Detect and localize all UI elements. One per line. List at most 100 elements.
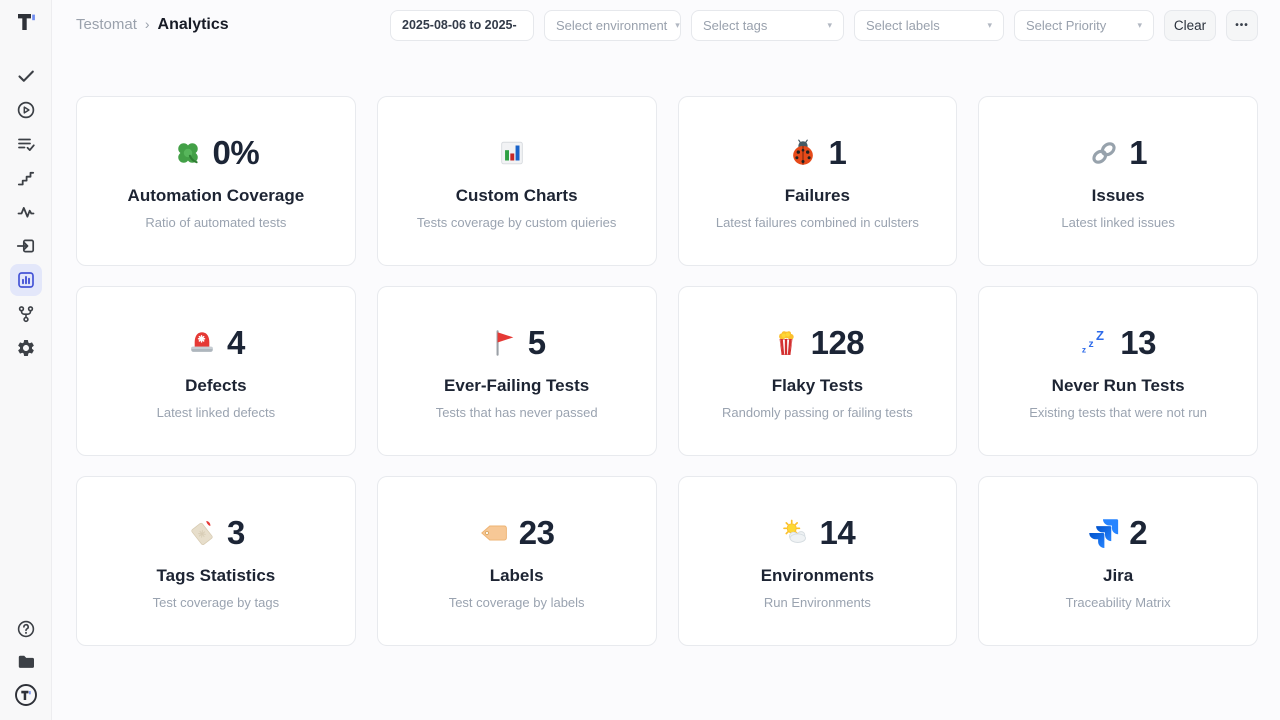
card-value: 1 — [828, 134, 846, 172]
card-title: Jira — [1103, 566, 1133, 586]
card-title: Flaky Tests — [772, 376, 863, 396]
testomat-logo[interactable] — [14, 10, 38, 34]
import-arrow-icon — [16, 236, 36, 256]
analytics-chart-icon — [16, 270, 36, 290]
runs-play-icon — [16, 100, 36, 120]
svg-text:Z: Z — [1096, 328, 1104, 343]
tags-placeholder: Select tags — [703, 18, 767, 33]
card-environments[interactable]: 14 Environments Run Environments — [678, 476, 958, 646]
sidebar-item-tests[interactable] — [10, 60, 42, 92]
page-title: Analytics — [158, 16, 229, 34]
sidebar-item-help[interactable] — [10, 613, 42, 645]
card-subtitle: Randomly passing or failing tests — [722, 405, 913, 420]
card-value: 3 — [227, 514, 245, 552]
card-subtitle: Test coverage by tags — [153, 595, 279, 610]
card-title: Ever-Failing Tests — [444, 376, 589, 396]
sidebar-item-pulse[interactable] — [10, 196, 42, 228]
link-icon — [1089, 138, 1119, 168]
sidebar-item-projects[interactable] — [10, 646, 42, 678]
card-tags-statistics[interactable]: 3 Tags Statistics Test coverage by tags — [76, 476, 356, 646]
labels-select[interactable]: Select labels ▾ — [854, 10, 1004, 41]
card-subtitle: Tests coverage by custom quieries — [417, 215, 616, 230]
card-subtitle: Latest linked defects — [157, 405, 276, 420]
card-failures[interactable]: 1 Failures Latest failures combined in c… — [678, 96, 958, 266]
priority-select[interactable]: Select Priority ▾ — [1014, 10, 1154, 41]
more-options-button[interactable]: ••• — [1226, 10, 1258, 41]
topbar: Testomat › Analytics 2025-08-06 to 2025-… — [76, 0, 1258, 50]
sidebar-item-plans[interactable] — [10, 128, 42, 160]
svg-text:z: z — [1082, 344, 1086, 354]
chevron-down-icon: ▾ — [1137, 20, 1142, 31]
sidebar — [0, 0, 52, 720]
plans-list-check-icon — [16, 134, 36, 154]
red-flag-icon — [488, 328, 518, 358]
card-value: 23 — [519, 514, 555, 552]
card-jira[interactable]: 2 Jira Traceability Matrix — [978, 476, 1258, 646]
card-value: 1 — [1129, 134, 1147, 172]
card-subtitle: Tests that has never passed — [436, 405, 598, 420]
card-title: Automation Coverage — [128, 186, 305, 206]
card-subtitle: Run Environments — [764, 595, 871, 610]
card-value: 13 — [1120, 324, 1156, 362]
chevron-down-icon: ▾ — [827, 20, 832, 31]
breadcrumb: Testomat › Analytics — [76, 16, 229, 34]
environment-placeholder: Select environment — [556, 18, 667, 33]
testomat-logo-icon — [14, 683, 38, 707]
sidebar-item-settings[interactable] — [10, 332, 42, 364]
filter-controls: 2025-08-06 to 2025- Select environment ▾… — [390, 10, 1258, 41]
card-subtitle: Traceability Matrix — [1066, 595, 1171, 610]
card-issues[interactable]: 1 Issues Latest linked issues — [978, 96, 1258, 266]
bar-chart-icon — [497, 138, 527, 168]
projects-folder-icon — [16, 652, 36, 672]
labels-placeholder: Select labels — [866, 18, 940, 33]
zzz-icon: Z z z — [1080, 328, 1110, 358]
help-icon — [16, 619, 36, 639]
branches-fork-icon — [16, 304, 36, 324]
date-range-input[interactable]: 2025-08-06 to 2025- — [390, 10, 534, 41]
label-tag-icon — [479, 518, 509, 548]
card-subtitle: Test coverage by labels — [449, 595, 585, 610]
card-subtitle: Ratio of automated tests — [145, 215, 286, 230]
popcorn-icon — [771, 328, 801, 358]
clear-button[interactable]: Clear — [1164, 10, 1216, 41]
siren-icon — [187, 328, 217, 358]
card-value: 128 — [811, 324, 865, 362]
breadcrumb-project[interactable]: Testomat — [76, 16, 137, 33]
card-subtitle: Existing tests that were not run — [1029, 405, 1207, 420]
chevron-down-icon: ▾ — [675, 20, 680, 31]
svg-text:z: z — [1089, 339, 1094, 350]
sidebar-item-analytics[interactable] — [10, 264, 42, 296]
card-flaky-tests[interactable]: 128 Flaky Tests Randomly passing or fail… — [678, 286, 958, 456]
sidebar-item-steps[interactable] — [10, 162, 42, 194]
environment-select[interactable]: Select environment ▾ — [544, 10, 681, 41]
card-labels[interactable]: 23 Labels Test coverage by labels — [377, 476, 657, 646]
card-title: Defects — [185, 376, 246, 396]
card-value: 5 — [528, 324, 546, 362]
card-title: Tags Statistics — [157, 566, 276, 586]
tags-select[interactable]: Select tags ▾ — [691, 10, 844, 41]
card-value: 14 — [820, 514, 856, 552]
priority-placeholder: Select Priority — [1026, 18, 1106, 33]
card-value: 2 — [1129, 514, 1147, 552]
card-subtitle: Latest linked issues — [1061, 215, 1174, 230]
card-value: 4 — [227, 324, 245, 362]
breadcrumb-separator-icon: › — [145, 16, 150, 32]
card-title: Never Run Tests — [1052, 376, 1185, 396]
sidebar-item-import[interactable] — [10, 230, 42, 262]
sidebar-item-runs[interactable] — [10, 94, 42, 126]
card-ever-failing-tests[interactable]: 5 Ever-Failing Tests Tests that has neve… — [377, 286, 657, 456]
sidebar-item-branches[interactable] — [10, 298, 42, 330]
card-title: Labels — [490, 566, 544, 586]
pulse-activity-icon — [16, 202, 36, 222]
card-title: Custom Charts — [456, 186, 578, 206]
card-defects[interactable]: 4 Defects Latest linked defects — [76, 286, 356, 456]
testomat-logo-icon — [14, 10, 38, 34]
card-never-run-tests[interactable]: Z z z 13 Never Run Tests Existing tests … — [978, 286, 1258, 456]
card-automation-coverage[interactable]: 0% Automation Coverage Ratio of automate… — [76, 96, 356, 266]
clover-icon — [173, 138, 203, 168]
card-custom-charts[interactable]: Custom Charts Tests coverage by custom q… — [377, 96, 657, 266]
ladybug-icon — [788, 138, 818, 168]
chevron-down-icon: ▾ — [987, 20, 992, 31]
jira-logo-icon — [1089, 518, 1119, 548]
sidebar-item-account[interactable] — [10, 679, 42, 711]
